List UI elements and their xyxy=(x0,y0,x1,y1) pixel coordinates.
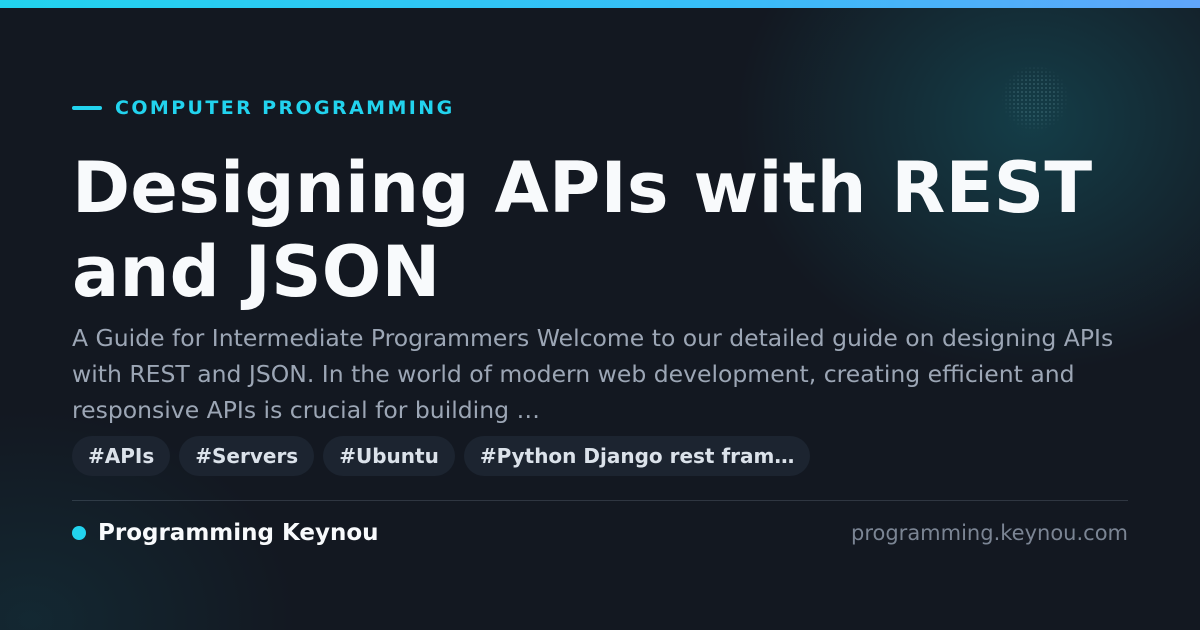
brand: Programming Keynou xyxy=(72,518,379,548)
category-row: COMPUTER PROGRAMMING xyxy=(72,96,455,120)
tag-list: #APIs #Servers #Ubuntu #Python Django re… xyxy=(72,436,819,476)
tag-chip[interactable]: #APIs xyxy=(72,436,171,476)
category-dash-icon xyxy=(72,106,102,110)
description: A Guide for Intermediate Programmers Wel… xyxy=(72,324,1114,424)
tag-chip[interactable]: #Ubuntu xyxy=(323,436,455,476)
footer-divider xyxy=(72,500,1128,501)
tag-chip[interactable]: #Servers xyxy=(179,436,315,476)
brand-name: Programming Keynou xyxy=(98,520,379,546)
page-title: Designing APIs with REST and JSON xyxy=(72,147,1093,313)
category-label: COMPUTER PROGRAMMING xyxy=(115,97,455,119)
brand-dot-icon xyxy=(72,526,86,540)
tag-chip[interactable]: #Python Django rest fram… xyxy=(463,436,811,476)
dot-pattern-decoration xyxy=(1000,66,1070,130)
site-domain: programming.keynou.com xyxy=(851,521,1128,545)
top-accent-bar xyxy=(0,0,1200,8)
